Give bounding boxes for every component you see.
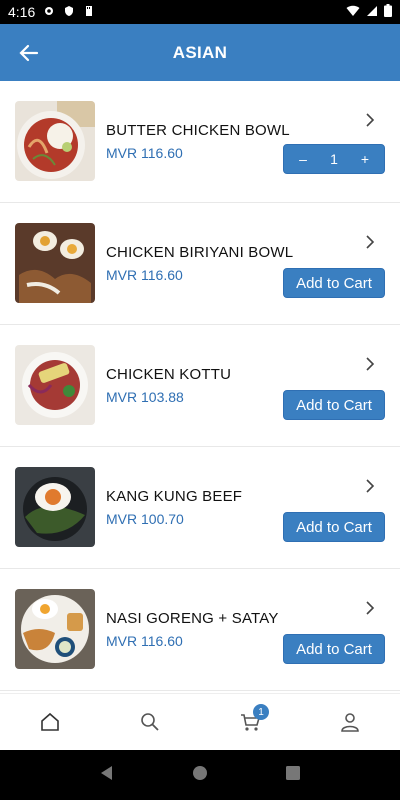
cart-count-badge: 1 [253, 704, 269, 720]
system-recents-button[interactable] [285, 765, 301, 786]
add-to-cart-button[interactable]: Add to Cart [283, 268, 385, 298]
list-item[interactable]: CHICKEN BIRIYANI BOWL MVR 116.60 Add to … [0, 203, 400, 325]
product-name: NASI GORENG + SATAY [106, 610, 279, 627]
arrow-left-icon [19, 44, 39, 62]
decrease-quantity-button[interactable]: – [292, 151, 314, 167]
circle-home-icon [192, 765, 207, 780]
list-item[interactable]: CHICKEN KOTTU MVR 103.88 Add to Cart [0, 325, 400, 447]
product-image [15, 589, 95, 669]
system-back-button[interactable] [99, 765, 115, 786]
product-price: MVR 100.70 [106, 511, 184, 527]
home-icon [41, 712, 59, 731]
system-navigation-bar [0, 750, 400, 800]
quantity-stepper: – 1 + [283, 144, 385, 174]
signal-icon [366, 4, 378, 20]
chevron-right-icon[interactable] [362, 478, 378, 494]
increase-quantity-button[interactable]: + [354, 151, 376, 167]
product-image [15, 101, 95, 181]
product-price: MVR 103.88 [106, 389, 184, 405]
sd-card-status-icon [83, 4, 95, 20]
add-to-cart-button[interactable]: Add to Cart [283, 390, 385, 420]
product-image [15, 345, 95, 425]
app-bar: ASIAN [0, 24, 400, 81]
product-name: CHICKEN KOTTU [106, 366, 232, 383]
wifi-icon [346, 4, 360, 20]
list-item[interactable]: KANG KUNG BEEF MVR 100.70 Add to Cart [0, 447, 400, 569]
product-list: BUTTER CHICKEN BOWL MVR 116.60 – 1 + CHI… [0, 81, 400, 693]
product-name: CHICKEN BIRIYANI BOWL [106, 244, 294, 261]
chevron-right-icon[interactable] [362, 600, 378, 616]
product-name: KANG KUNG BEEF [106, 488, 243, 505]
product-name: BUTTER CHICKEN BOWL [106, 122, 290, 139]
system-home-button[interactable] [192, 765, 208, 786]
page-title: ASIAN [172, 42, 228, 62]
nav-cart[interactable]: 1 [225, 702, 275, 742]
settings-status-icon [43, 4, 55, 20]
nav-home[interactable] [25, 702, 75, 742]
product-price: MVR 116.60 [106, 267, 183, 283]
back-button[interactable] [14, 38, 44, 68]
user-icon [341, 713, 359, 732]
chevron-right-icon[interactable] [362, 356, 378, 372]
product-price: MVR 116.60 [106, 633, 183, 649]
list-item[interactable]: NASI GORENG + SATAY MVR 116.60 Add to Ca… [0, 569, 400, 691]
add-to-cart-button[interactable]: Add to Cart [283, 512, 385, 542]
product-image [15, 223, 95, 303]
square-recents-icon [286, 765, 301, 780]
nav-profile[interactable] [325, 702, 375, 742]
list-item[interactable]: BUTTER CHICKEN BOWL MVR 116.60 – 1 + [0, 81, 400, 203]
nav-search[interactable] [125, 702, 175, 742]
add-to-cart-button[interactable]: Add to Cart [283, 634, 385, 664]
chevron-right-icon[interactable] [362, 234, 378, 250]
status-time: 4:16 [8, 4, 36, 20]
product-price: MVR 116.60 [106, 145, 183, 161]
shield-status-icon [63, 4, 75, 20]
quantity-value: 1 [330, 151, 338, 167]
triangle-back-icon [100, 765, 112, 780]
search-icon [141, 713, 159, 731]
product-image [15, 467, 95, 547]
bottom-navigation: 1 [0, 693, 400, 750]
battery-icon [384, 4, 392, 20]
chevron-right-icon[interactable] [362, 112, 378, 128]
status-bar: 4:16 [0, 0, 400, 24]
